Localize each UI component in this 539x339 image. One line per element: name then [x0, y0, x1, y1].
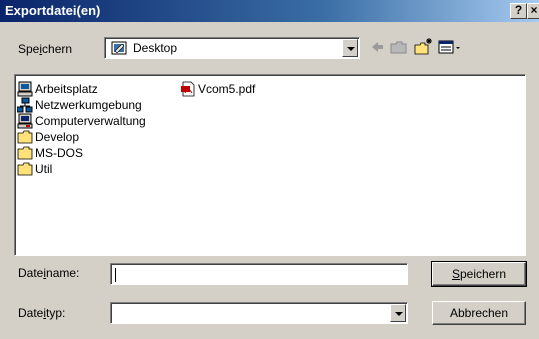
up-folder-icon[interactable] [388, 36, 410, 58]
dialog-title: Exportdatei(en) [5, 3, 101, 18]
title-bar: Exportdatei(en) ? × [0, 0, 539, 22]
close-button[interactable]: × [527, 3, 539, 19]
computer-icon [17, 81, 33, 97]
text-caret [115, 268, 116, 282]
folder-icon [17, 146, 33, 160]
filetype-combobox[interactable] [110, 302, 408, 324]
filename-label: Dateiname: [18, 266, 80, 280]
filetype-label: Dateityp: [18, 306, 66, 320]
file-list[interactable]: Arbeitsplatz Netzwerkumgebung Computerve… [14, 74, 526, 256]
save-in-value: Desktop [133, 41, 178, 55]
folder-icon [17, 162, 33, 176]
help-button[interactable]: ? [510, 3, 527, 19]
folder-icon [17, 130, 33, 144]
new-folder-icon[interactable] [412, 36, 434, 58]
pdf-icon [181, 81, 195, 97]
desktop-icon [111, 41, 127, 55]
cancel-button[interactable]: Abbrechen [432, 301, 526, 325]
back-icon[interactable] [366, 36, 388, 58]
network-icon [17, 97, 33, 113]
export-dialog: Exportdatei(en) ? × Speichern Desktop Ar… [0, 0, 539, 339]
save-in-dropdown-arrow[interactable] [342, 39, 358, 57]
computer-management-icon [17, 113, 33, 129]
filetype-dropdown-arrow[interactable] [390, 304, 406, 322]
save-button[interactable]: Speichern [431, 261, 527, 287]
save-in-combobox[interactable]: Desktop [104, 37, 360, 59]
save-in-label: Speichern [18, 42, 73, 56]
filename-input[interactable] [110, 263, 408, 285]
view-menu-icon[interactable] [436, 36, 464, 58]
